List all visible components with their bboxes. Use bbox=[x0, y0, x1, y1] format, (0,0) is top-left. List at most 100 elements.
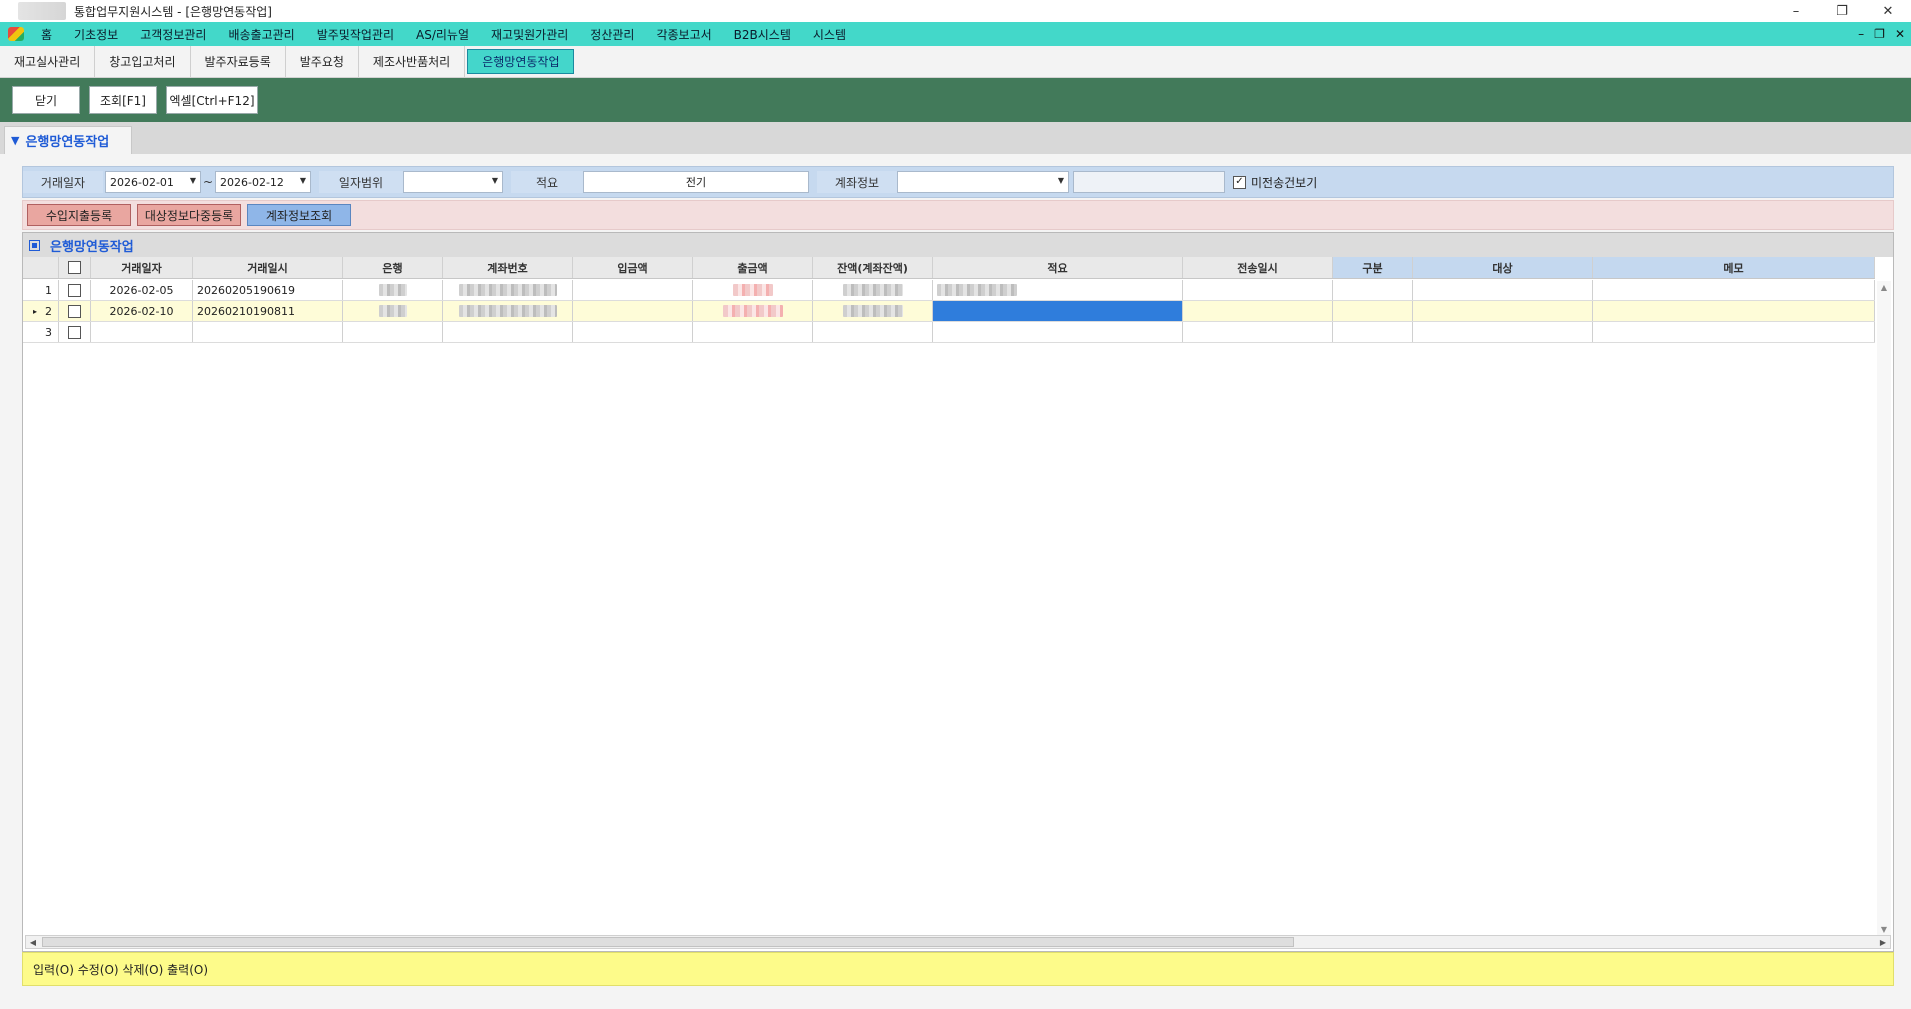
cell-sent-datetime[interactable] bbox=[1183, 280, 1333, 300]
cell-trade-date[interactable]: 2026-02-10 bbox=[91, 301, 193, 321]
header-trade-datetime[interactable]: 거래일시 bbox=[193, 257, 343, 278]
tab-order-request[interactable]: 발주요청 bbox=[286, 46, 359, 77]
grid-collapse-icon[interactable] bbox=[29, 239, 40, 251]
row-checkbox[interactable] bbox=[68, 304, 81, 318]
cell-bank[interactable] bbox=[343, 301, 443, 321]
minimize-icon[interactable]: – bbox=[1773, 0, 1819, 22]
menu-settlement[interactable]: 정산관리 bbox=[579, 26, 645, 43]
tab-order-entry[interactable]: 발주자료등록 bbox=[191, 46, 286, 77]
cell-sent-datetime[interactable] bbox=[1183, 301, 1333, 321]
header-memo[interactable]: 적요 bbox=[933, 257, 1183, 278]
cell-deposit[interactable] bbox=[573, 280, 693, 300]
cell-trade-date[interactable]: 2026-02-05 bbox=[91, 280, 193, 300]
cell-note[interactable] bbox=[1593, 301, 1875, 321]
unsent-checkbox[interactable]: ✓ bbox=[1233, 175, 1246, 189]
mdi-close-icon[interactable]: ✕ bbox=[1895, 27, 1905, 41]
scroll-up-icon[interactable]: ▲ bbox=[1877, 281, 1891, 293]
menu-customer[interactable]: 고객정보관리 bbox=[129, 26, 217, 43]
range-select[interactable]: ▼ bbox=[403, 171, 503, 193]
select-all-checkbox[interactable] bbox=[68, 261, 81, 274]
cell-bank[interactable] bbox=[343, 280, 443, 300]
cell-memo[interactable] bbox=[933, 280, 1183, 300]
row-select-cell[interactable] bbox=[59, 301, 91, 321]
header-deposit[interactable]: 입금액 bbox=[573, 257, 693, 278]
cell-memo-selected[interactable] bbox=[933, 301, 1183, 321]
restore-icon[interactable]: ❐ bbox=[1819, 0, 1865, 22]
table-row[interactable]: ▸ 2 2026-02-10 20260210190811 bbox=[23, 301, 1875, 322]
dropdown-arrow-icon[interactable]: ▼ bbox=[1058, 176, 1064, 185]
excel-button[interactable]: 엑셀[Ctrl+F12] bbox=[166, 86, 258, 114]
tab-manufacturer-return[interactable]: 제조사반품처리 bbox=[359, 46, 466, 77]
scroll-right-icon[interactable]: ▶ bbox=[1876, 936, 1890, 948]
menu-basic-info[interactable]: 기초정보 bbox=[63, 26, 129, 43]
cell-note[interactable] bbox=[1593, 322, 1875, 342]
tab-bank-link[interactable]: 은행망연동작업 bbox=[467, 49, 575, 74]
header-bank[interactable]: 은행 bbox=[343, 257, 443, 278]
scroll-down-icon[interactable]: ▼ bbox=[1877, 923, 1891, 935]
collapse-triangle-icon[interactable]: ▼ bbox=[11, 134, 19, 147]
register-io-button[interactable]: 수입지출등록 bbox=[27, 204, 131, 226]
tab-inventory-audit[interactable]: 재고실사관리 bbox=[0, 46, 96, 77]
header-trade-date[interactable]: 거래일자 bbox=[91, 257, 193, 278]
menu-b2b[interactable]: B2B시스템 bbox=[723, 26, 802, 43]
table-row[interactable]: 3 bbox=[23, 322, 1875, 343]
row-select-cell[interactable] bbox=[59, 322, 91, 342]
header-withdrawal[interactable]: 출금액 bbox=[693, 257, 813, 278]
menu-reports[interactable]: 각종보고서 bbox=[645, 26, 722, 43]
cell-memo[interactable] bbox=[933, 322, 1183, 342]
horizontal-scrollbar[interactable]: ◀ ▶ bbox=[25, 935, 1891, 949]
cell-withdrawal[interactable] bbox=[693, 280, 813, 300]
menu-inventory-cost[interactable]: 재고및원가관리 bbox=[480, 26, 579, 43]
section-tab[interactable]: ▼ 은행망연동작업 bbox=[4, 126, 132, 154]
tab-warehouse-receipt[interactable]: 창고입고처리 bbox=[95, 46, 191, 77]
cell-balance[interactable] bbox=[813, 280, 933, 300]
cell-deposit[interactable] bbox=[573, 301, 693, 321]
date-to-input[interactable]: 2026-02-12 ▼ bbox=[215, 171, 311, 193]
cell-deposit[interactable] bbox=[573, 322, 693, 342]
header-select-all[interactable] bbox=[59, 257, 91, 278]
menu-system[interactable]: 시스템 bbox=[802, 26, 857, 43]
row-select-cell[interactable] bbox=[59, 280, 91, 300]
cell-trade-date[interactable] bbox=[91, 322, 193, 342]
cell-balance[interactable] bbox=[813, 301, 933, 321]
dropdown-arrow-icon[interactable]: ▼ bbox=[190, 176, 196, 185]
dropdown-arrow-icon[interactable]: ▼ bbox=[492, 176, 498, 185]
account-lookup-button[interactable]: 계좌정보조회 bbox=[247, 204, 351, 226]
memo-input[interactable]: 전기 bbox=[583, 171, 809, 193]
cell-balance[interactable] bbox=[813, 322, 933, 342]
dropdown-arrow-icon[interactable]: ▼ bbox=[300, 176, 306, 185]
unsent-toggle[interactable]: ✓ 미전송건보기 bbox=[1233, 174, 1317, 191]
cell-trade-datetime[interactable]: 20260210190811 bbox=[193, 301, 343, 321]
scroll-thumb[interactable] bbox=[42, 937, 1294, 947]
date-from-input[interactable]: 2026-02-01 ▼ bbox=[105, 171, 201, 193]
mdi-minimize-icon[interactable]: – bbox=[1858, 27, 1864, 41]
cell-withdrawal[interactable] bbox=[693, 322, 813, 342]
vertical-scrollbar[interactable]: ▲ ▼ bbox=[1877, 281, 1891, 935]
header-balance[interactable]: 잔액(계좌잔액) bbox=[813, 257, 933, 278]
table-row[interactable]: 1 2026-02-05 20260205190619 bbox=[23, 280, 1875, 301]
close-button[interactable]: 닫기 bbox=[12, 86, 80, 114]
cell-category[interactable] bbox=[1333, 301, 1413, 321]
menu-as-renewal[interactable]: AS/리뉴얼 bbox=[405, 26, 480, 43]
cell-sent-datetime[interactable] bbox=[1183, 322, 1333, 342]
row-checkbox[interactable] bbox=[68, 283, 81, 297]
cell-bank[interactable] bbox=[343, 322, 443, 342]
header-account-number[interactable]: 계좌번호 bbox=[443, 257, 573, 278]
search-button[interactable]: 조회[F1] bbox=[89, 86, 157, 114]
menu-shipping[interactable]: 배송출고관리 bbox=[217, 26, 305, 43]
cell-note[interactable] bbox=[1593, 280, 1875, 300]
close-icon[interactable]: ✕ bbox=[1865, 0, 1911, 22]
cell-account-number[interactable] bbox=[443, 301, 573, 321]
cell-category[interactable] bbox=[1333, 280, 1413, 300]
header-target[interactable]: 대상 bbox=[1413, 257, 1593, 278]
menu-order-work[interactable]: 발주및작업관리 bbox=[306, 26, 405, 43]
multi-register-button[interactable]: 대상정보다중등록 bbox=[137, 204, 241, 226]
scroll-left-icon[interactable]: ◀ bbox=[26, 936, 40, 948]
cell-trade-datetime[interactable] bbox=[193, 322, 343, 342]
cell-account-number[interactable] bbox=[443, 280, 573, 300]
account-extra-field[interactable] bbox=[1073, 171, 1225, 193]
cell-target[interactable] bbox=[1413, 322, 1593, 342]
account-select[interactable]: ▼ bbox=[897, 171, 1069, 193]
cell-target[interactable] bbox=[1413, 280, 1593, 300]
cell-trade-datetime[interactable]: 20260205190619 bbox=[193, 280, 343, 300]
